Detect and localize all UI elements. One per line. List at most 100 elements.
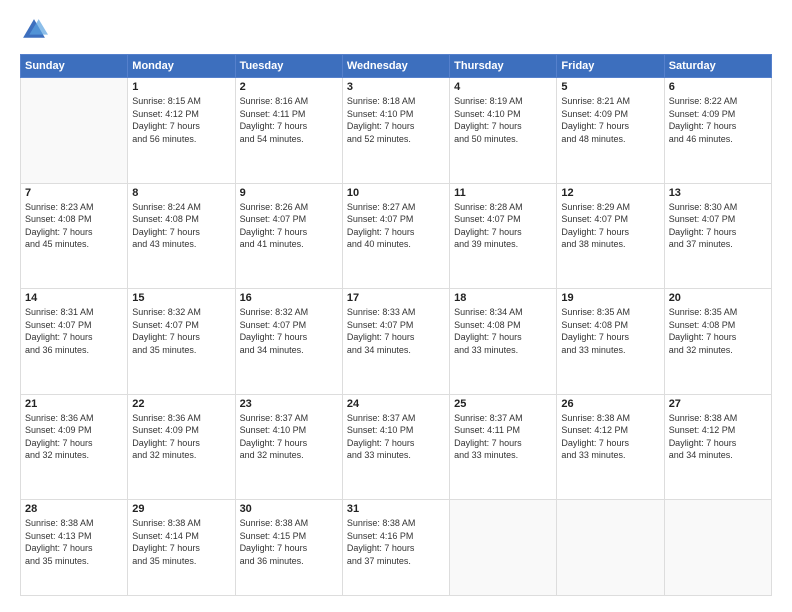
- day-info: Sunrise: 8:32 AMSunset: 4:07 PMDaylight:…: [132, 306, 230, 356]
- day-number: 6: [669, 81, 767, 93]
- calendar-day-header: Sunday: [21, 55, 128, 78]
- day-info: Sunrise: 8:30 AMSunset: 4:07 PMDaylight:…: [669, 201, 767, 251]
- day-number: 17: [347, 292, 445, 304]
- day-number: 4: [454, 81, 552, 93]
- calendar-cell: 10 Sunrise: 8:27 AMSunset: 4:07 PMDayligh…: [342, 183, 449, 289]
- calendar-day-header: Saturday: [664, 55, 771, 78]
- calendar-cell: 3Sunrise: 8:18 AMSunset: 4:10 PMDaylight…: [342, 78, 449, 184]
- calendar-cell: 9 Sunrise: 8:26 AMSunset: 4:07 PMDaylight…: [235, 183, 342, 289]
- page: SundayMondayTuesdayWednesdayThursdayFrid…: [0, 0, 792, 612]
- day-info: Sunrise: 8:27 AMSunset: 4:07 PMDaylight:…: [347, 201, 445, 251]
- calendar-cell: 8Sunrise: 8:24 AMSunset: 4:08 PMDaylight…: [128, 183, 235, 289]
- calendar-cell: [557, 500, 664, 596]
- day-info: Sunrise: 8:15 AMSunset: 4:12 PMDaylight:…: [132, 95, 230, 145]
- day-info: Sunrise: 8:38 AMSunset: 4:16 PMDaylight:…: [347, 517, 445, 567]
- day-number: 27: [669, 398, 767, 410]
- day-info: Sunrise: 8:32 AMSunset: 4:07 PMDaylight:…: [240, 306, 338, 356]
- calendar-cell: 2 Sunrise: 8:16 AMSunset: 4:11 PMDaylight…: [235, 78, 342, 184]
- calendar-day-header: Thursday: [450, 55, 557, 78]
- day-info: Sunrise: 8:19 AMSunset: 4:10 PMDaylight:…: [454, 95, 552, 145]
- day-number: 14: [25, 292, 123, 304]
- day-number: 26: [561, 398, 659, 410]
- day-info: Sunrise: 8:38 AMSunset: 4:15 PMDaylight:…: [240, 517, 338, 567]
- day-number: 28: [25, 503, 123, 515]
- calendar-cell: 24 Sunrise: 8:37 AMSunset: 4:10 PMDayligh…: [342, 394, 449, 500]
- calendar-week-row: 14Sunrise: 8:31 AMSunset: 4:07 PMDayligh…: [21, 289, 772, 395]
- calendar-cell: 22Sunrise: 8:36 AMSunset: 4:09 PMDayligh…: [128, 394, 235, 500]
- calendar-cell: 4 Sunrise: 8:19 AMSunset: 4:10 PMDaylight…: [450, 78, 557, 184]
- day-number: 29: [132, 503, 230, 515]
- day-number: 20: [669, 292, 767, 304]
- calendar-cell: 14Sunrise: 8:31 AMSunset: 4:07 PMDayligh…: [21, 289, 128, 395]
- day-number: 1: [132, 81, 230, 93]
- calendar-cell: 11 Sunrise: 8:28 AMSunset: 4:07 PMDayligh…: [450, 183, 557, 289]
- day-info: Sunrise: 8:28 AMSunset: 4:07 PMDaylight:…: [454, 201, 552, 251]
- day-number: 13: [669, 187, 767, 199]
- calendar-cell: 30 Sunrise: 8:38 AMSunset: 4:15 PMDayligh…: [235, 500, 342, 596]
- calendar-day-header: Friday: [557, 55, 664, 78]
- calendar-cell: 13 Sunrise: 8:30 AMSunset: 4:07 PMDayligh…: [664, 183, 771, 289]
- calendar-week-row: 7Sunrise: 8:23 AMSunset: 4:08 PMDaylight…: [21, 183, 772, 289]
- calendar-week-row: 28 Sunrise: 8:38 AMSunset: 4:13 PMDayligh…: [21, 500, 772, 596]
- day-number: 25: [454, 398, 552, 410]
- day-number: 31: [347, 503, 445, 515]
- day-info: Sunrise: 8:26 AMSunset: 4:07 PMDaylight:…: [240, 201, 338, 251]
- calendar-header-row: SundayMondayTuesdayWednesdayThursdayFrid…: [21, 55, 772, 78]
- calendar-day-header: Wednesday: [342, 55, 449, 78]
- day-info: Sunrise: 8:38 AMSunset: 4:12 PMDaylight:…: [561, 412, 659, 462]
- calendar-week-row: 21 Sunrise: 8:36 AMSunset: 4:09 PMDayligh…: [21, 394, 772, 500]
- calendar-cell: [450, 500, 557, 596]
- day-number: 23: [240, 398, 338, 410]
- calendar-cell: 27 Sunrise: 8:38 AMSunset: 4:12 PMDayligh…: [664, 394, 771, 500]
- calendar-cell: 31 Sunrise: 8:38 AMSunset: 4:16 PMDayligh…: [342, 500, 449, 596]
- calendar-cell: 28 Sunrise: 8:38 AMSunset: 4:13 PMDayligh…: [21, 500, 128, 596]
- day-number: 2: [240, 81, 338, 93]
- day-info: Sunrise: 8:35 AMSunset: 4:08 PMDaylight:…: [669, 306, 767, 356]
- day-info: Sunrise: 8:37 AMSunset: 4:10 PMDaylight:…: [240, 412, 338, 462]
- day-number: 12: [561, 187, 659, 199]
- calendar-cell: 26 Sunrise: 8:38 AMSunset: 4:12 PMDayligh…: [557, 394, 664, 500]
- day-info: Sunrise: 8:37 AMSunset: 4:10 PMDaylight:…: [347, 412, 445, 462]
- day-number: 18: [454, 292, 552, 304]
- day-info: Sunrise: 8:24 AMSunset: 4:08 PMDaylight:…: [132, 201, 230, 251]
- day-number: 24: [347, 398, 445, 410]
- calendar-cell: 12 Sunrise: 8:29 AMSunset: 4:07 PMDayligh…: [557, 183, 664, 289]
- day-number: 11: [454, 187, 552, 199]
- day-info: Sunrise: 8:18 AMSunset: 4:10 PMDaylight:…: [347, 95, 445, 145]
- calendar-cell: 5Sunrise: 8:21 AMSunset: 4:09 PMDaylight…: [557, 78, 664, 184]
- calendar-cell: 19Sunrise: 8:35 AMSunset: 4:08 PMDayligh…: [557, 289, 664, 395]
- calendar-cell: [664, 500, 771, 596]
- day-info: Sunrise: 8:23 AMSunset: 4:08 PMDaylight:…: [25, 201, 123, 251]
- day-info: Sunrise: 8:37 AMSunset: 4:11 PMDaylight:…: [454, 412, 552, 462]
- calendar-cell: 18 Sunrise: 8:34 AMSunset: 4:08 PMDayligh…: [450, 289, 557, 395]
- calendar-day-header: Tuesday: [235, 55, 342, 78]
- day-number: 10: [347, 187, 445, 199]
- calendar-week-row: 1 Sunrise: 8:15 AMSunset: 4:12 PMDaylight…: [21, 78, 772, 184]
- calendar-cell: 6Sunrise: 8:22 AMSunset: 4:09 PMDaylight…: [664, 78, 771, 184]
- calendar-cell: 21 Sunrise: 8:36 AMSunset: 4:09 PMDayligh…: [21, 394, 128, 500]
- day-number: 30: [240, 503, 338, 515]
- day-number: 9: [240, 187, 338, 199]
- day-info: Sunrise: 8:38 AMSunset: 4:13 PMDaylight:…: [25, 517, 123, 567]
- calendar-cell: 23 Sunrise: 8:37 AMSunset: 4:10 PMDayligh…: [235, 394, 342, 500]
- day-info: Sunrise: 8:33 AMSunset: 4:07 PMDaylight:…: [347, 306, 445, 356]
- day-info: Sunrise: 8:16 AMSunset: 4:11 PMDaylight:…: [240, 95, 338, 145]
- day-number: 19: [561, 292, 659, 304]
- calendar-table: SundayMondayTuesdayWednesdayThursdayFrid…: [20, 54, 772, 596]
- day-number: 21: [25, 398, 123, 410]
- day-info: Sunrise: 8:38 AMSunset: 4:12 PMDaylight:…: [669, 412, 767, 462]
- calendar-cell: [21, 78, 128, 184]
- calendar-cell: 7Sunrise: 8:23 AMSunset: 4:08 PMDaylight…: [21, 183, 128, 289]
- day-info: Sunrise: 8:29 AMSunset: 4:07 PMDaylight:…: [561, 201, 659, 251]
- calendar-cell: 1 Sunrise: 8:15 AMSunset: 4:12 PMDaylight…: [128, 78, 235, 184]
- calendar-cell: 15 Sunrise: 8:32 AMSunset: 4:07 PMDayligh…: [128, 289, 235, 395]
- calendar-cell: 29Sunrise: 8:38 AMSunset: 4:14 PMDayligh…: [128, 500, 235, 596]
- day-number: 5: [561, 81, 659, 93]
- header: [20, 16, 772, 44]
- logo: [20, 16, 52, 44]
- day-number: 15: [132, 292, 230, 304]
- day-number: 22: [132, 398, 230, 410]
- day-number: 16: [240, 292, 338, 304]
- day-info: Sunrise: 8:34 AMSunset: 4:08 PMDaylight:…: [454, 306, 552, 356]
- day-info: Sunrise: 8:36 AMSunset: 4:09 PMDaylight:…: [25, 412, 123, 462]
